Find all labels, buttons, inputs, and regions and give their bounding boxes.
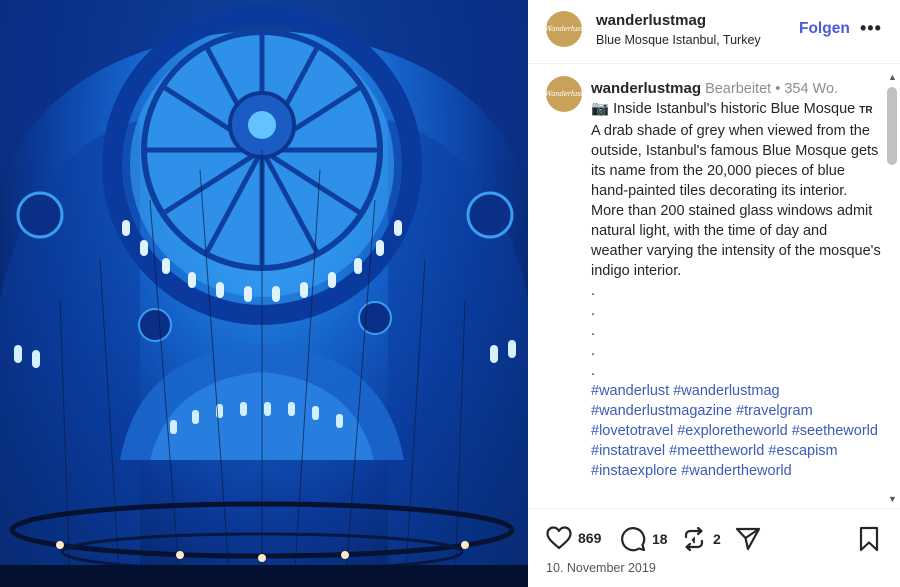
scrollbar-thumb[interactable] <box>887 87 897 165</box>
scroll-up-arrow-icon[interactable]: ▲ <box>888 72 897 82</box>
caption-dot: . <box>591 283 596 299</box>
like-count[interactable]: 869 <box>578 530 601 546</box>
caption-dot: . <box>591 343 596 359</box>
caption-separator: • <box>775 81 781 97</box>
caption-age[interactable]: 354 Wo. <box>784 81 838 97</box>
author-username[interactable]: wanderlustmag <box>596 12 706 29</box>
repost-icon[interactable] <box>681 526 707 552</box>
avatar-logo-text: Wanderlust <box>544 25 584 33</box>
post-header: Wanderlust wanderlustmag Blue Mosque Ist… <box>528 0 900 64</box>
caption-text-part-2: A drab shade of grey when viewed from th… <box>591 123 881 279</box>
caption-author-avatar[interactable]: Wanderlust <box>544 76 584 112</box>
speech-bubble-icon[interactable] <box>620 526 646 552</box>
comments-area: Wanderlust wanderlustmag Bearbeitet • 35… <box>528 65 900 508</box>
post-details-panel: Wanderlust wanderlustmag Blue Mosque Ist… <box>528 0 900 587</box>
caption-text-part-1: Inside Istanbul's historic Blue Mosque <box>613 101 856 117</box>
mosque-dome-illustration <box>0 0 528 587</box>
comment-count[interactable]: 18 <box>652 531 668 547</box>
camera-icon: 📷 <box>591 101 610 117</box>
caption-hashtags[interactable]: #wanderlust #wanderlustmag #wanderlustma… <box>591 381 881 481</box>
caption-dot: . <box>591 303 596 319</box>
author-avatar[interactable]: Wanderlust <box>544 11 584 47</box>
post-actions: 869 18 2 10. November 2019 <box>528 508 900 587</box>
avatar-logo-text: Wanderlust <box>544 90 584 98</box>
caption-dot: . <box>591 323 596 339</box>
caption-dots: . . . . . <box>591 281 881 381</box>
post-date[interactable]: 10. November 2019 <box>546 561 656 575</box>
save-action[interactable] <box>858 526 880 552</box>
paper-plane-icon[interactable] <box>735 526 761 552</box>
more-options-icon[interactable]: ••• <box>860 18 882 39</box>
caption-dot: . <box>591 363 596 379</box>
post-caption: wanderlustmag Bearbeitet • 354 Wo. 📷 Ins… <box>591 79 881 481</box>
comment-action[interactable]: 18 <box>620 526 668 552</box>
caption-scrollbar[interactable]: ▲ ▼ <box>886 70 900 510</box>
repost-count[interactable]: 2 <box>713 531 721 547</box>
post-image[interactable] <box>0 0 528 587</box>
repost-action[interactable]: 2 <box>681 526 721 552</box>
share-action[interactable] <box>735 526 761 552</box>
follow-button[interactable]: Folgen <box>799 20 850 38</box>
flag-icon: TR <box>859 105 873 116</box>
scroll-down-arrow-icon[interactable]: ▼ <box>888 494 897 504</box>
like-action[interactable]: 869 <box>546 526 601 550</box>
caption-username[interactable]: wanderlustmag <box>591 80 701 97</box>
caption-edited-label: Bearbeitet <box>705 81 772 97</box>
post-location[interactable]: Blue Mosque Istanbul, Turkey <box>596 33 761 47</box>
bookmark-icon[interactable] <box>858 526 880 552</box>
heart-icon[interactable] <box>546 526 572 550</box>
